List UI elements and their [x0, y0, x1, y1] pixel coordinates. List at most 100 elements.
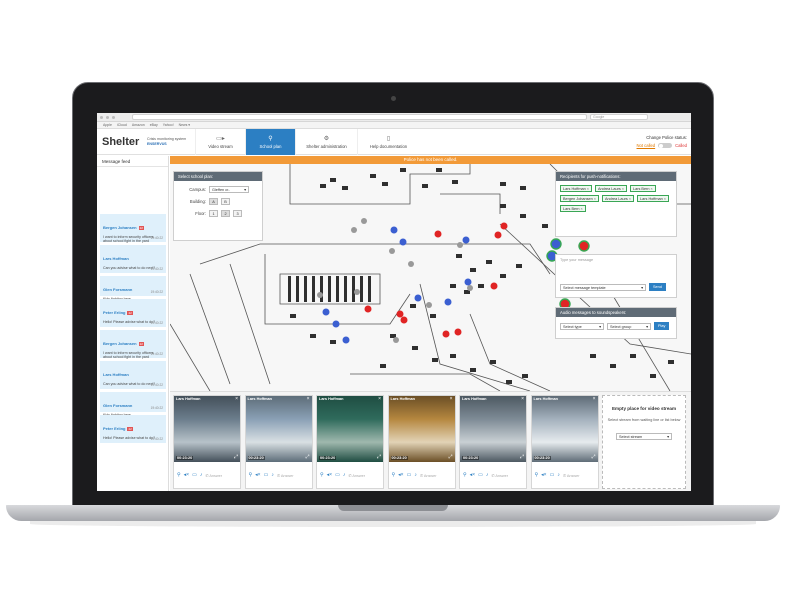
video-tile[interactable]: Lars Hoffman × 00:23:20 ⤢ ⚲ ◂× ▭ ♪ ✆ Answer: [459, 395, 527, 489]
stream-select[interactable]: Select stream ▾: [616, 433, 672, 440]
answer-button[interactable]: ✆ Answer: [420, 473, 437, 478]
video-feed[interactable]: Lars Hoffman × 00:23:20 ⤢: [317, 396, 383, 462]
called-label[interactable]: Called: [675, 143, 687, 148]
chat-icon[interactable]: ▭: [478, 472, 483, 478]
remove-chip-icon[interactable]: ×: [629, 197, 631, 201]
video-feed[interactable]: Lars Hoffman × 00:23:20 ⤢: [388, 396, 455, 462]
mute-icon[interactable]: ◂×: [541, 472, 546, 478]
video-tile[interactable]: Lars Hoffman × 00:23:20 ⤢ ⚲ ◂× ▭ ♪ ✆ Answer: [173, 395, 241, 489]
recipient-chip[interactable]: Andrea Laurs×: [601, 195, 634, 202]
bookmark[interactable]: Amazon: [132, 123, 145, 127]
mute-icon[interactable]: ◂×: [327, 472, 332, 478]
remove-chip-icon[interactable]: ×: [650, 187, 652, 191]
chat-icon[interactable]: ▭: [192, 472, 197, 478]
building-button-b[interactable]: B: [221, 198, 230, 205]
recipient-chip[interactable]: Lars Hoffman×: [637, 195, 669, 202]
microphone-icon[interactable]: ♪: [200, 472, 203, 478]
chat-icon[interactable]: ▭: [407, 472, 412, 478]
recipient-chip[interactable]: Andrea Laurs×: [594, 185, 627, 192]
mute-icon[interactable]: ◂×: [470, 472, 475, 478]
send-button[interactable]: Send: [649, 283, 666, 291]
nav-help-documentation[interactable]: ▯ Help documentation: [357, 128, 419, 155]
recipient-chip[interactable]: Lars Bern×: [629, 185, 656, 192]
close-icon[interactable]: ×: [521, 396, 524, 402]
video-feed[interactable]: Lars Hoffman × 00:23:20 ⤢: [245, 396, 312, 462]
school-floor-plan[interactable]: Select school plan: Campus: Gleffen cr..…: [170, 164, 691, 391]
microphone-icon[interactable]: ♪: [486, 472, 489, 478]
mute-icon[interactable]: ◂×: [184, 472, 189, 478]
address-bar[interactable]: [132, 114, 587, 120]
message-item[interactable]: Lars Hoffman Can you advise what to do ne…: [100, 245, 166, 273]
floor-button-2[interactable]: 2: [221, 210, 230, 217]
not-called-label[interactable]: Not called: [637, 143, 656, 148]
expand-icon[interactable]: ⤢: [520, 454, 524, 460]
message-item[interactable]: Peter Erling 22 Hello! Please advise what …: [100, 415, 166, 443]
location-pin-icon[interactable]: ⚲: [535, 472, 539, 478]
expand-icon[interactable]: ⤢: [591, 454, 595, 460]
bookmark[interactable]: eBay: [150, 123, 158, 127]
browser-search[interactable]: Google: [590, 114, 648, 120]
message-item[interactable]: Glen ForsmannKids fighting here19:40:22: [100, 392, 166, 417]
recipient-chip[interactable]: Bergen Johansen×: [560, 195, 599, 202]
message-item[interactable]: Bergen Johansen 22 I want to inform securi…: [100, 214, 166, 243]
location-pin-icon[interactable]: ⚲: [392, 472, 396, 478]
video-tile[interactable]: Lars Hoffman × 00:23:20 ⤢ ⚲ ◂× ▭ ♪ ✆ Answer: [244, 395, 313, 489]
video-tile[interactable]: Lars Hoffman × 00:23:20 ⤢ ⚲ ◂× ▭ ♪ ✆ Answer: [316, 395, 384, 489]
mute-icon[interactable]: ◂×: [255, 472, 260, 478]
close-icon[interactable]: ×: [235, 396, 238, 402]
close-icon[interactable]: ×: [378, 396, 381, 402]
mute-icon[interactable]: ◂×: [398, 472, 403, 478]
answer-button[interactable]: ✆ Answer: [348, 473, 365, 478]
bookmark[interactable]: Apple: [103, 123, 112, 127]
remove-chip-icon[interactable]: ×: [587, 187, 589, 191]
close-icon[interactable]: ×: [307, 396, 310, 402]
chat-icon[interactable]: ▭: [335, 472, 340, 478]
recipient-chip[interactable]: Lars Bern×: [560, 205, 586, 212]
message-template-select[interactable]: Select message template ▾: [560, 283, 646, 291]
building-button-a[interactable]: A: [209, 198, 218, 205]
play-button[interactable]: Play: [654, 322, 670, 330]
floor-button-3[interactable]: 3: [233, 210, 242, 217]
video-feed[interactable]: Lars Hoffman × 00:23:20 ⤢: [460, 396, 526, 462]
bookmark[interactable]: News ▾: [179, 123, 190, 127]
message-item[interactable]: Bergen Johansen 22 I want to inform securi…: [100, 330, 166, 359]
video-tile[interactable]: Lars Hoffman × 00:23:20 ⤢ ⚲ ◂× ▭ ♪ ✆ Answer: [387, 395, 456, 489]
remove-chip-icon[interactable]: ×: [664, 197, 666, 201]
bookmark[interactable]: iCloud: [117, 123, 127, 127]
empty-video-slot[interactable]: Empty place for video stream Select stre…: [602, 395, 686, 489]
window-minimize-dot[interactable]: [106, 115, 109, 119]
location-pin-icon[interactable]: ⚲: [177, 472, 181, 478]
bookmark[interactable]: Yahoo!: [163, 123, 174, 127]
audio-type-select[interactable]: Select type ▾: [560, 322, 604, 330]
microphone-icon[interactable]: ♪: [557, 472, 560, 478]
expand-icon[interactable]: ⤢: [377, 454, 381, 460]
location-pin-icon[interactable]: ⚲: [463, 472, 467, 478]
floor-button-1[interactable]: 1: [209, 210, 218, 217]
video-feed[interactable]: Lars Hoffman × 00:23:20 ⤢: [174, 396, 240, 462]
expand-icon[interactable]: ⤢: [448, 454, 452, 460]
remove-chip-icon[interactable]: ×: [580, 207, 582, 211]
police-status-toggle[interactable]: [658, 143, 673, 148]
close-icon[interactable]: ×: [450, 396, 453, 402]
nav-shelter-administration[interactable]: ⚙ Shelter administration: [295, 128, 357, 155]
answer-button[interactable]: ✆ Answer: [205, 473, 222, 478]
location-pin-icon[interactable]: ⚲: [249, 472, 253, 478]
location-pin-icon[interactable]: ⚲: [320, 472, 324, 478]
remove-chip-icon[interactable]: ×: [594, 197, 596, 201]
answer-button[interactable]: ✆ Answer: [491, 473, 508, 478]
window-zoom-dot[interactable]: [112, 115, 115, 119]
message-item[interactable]: Peter Erling 22 Hello! Please advise what …: [100, 299, 166, 327]
message-item[interactable]: Glen ForsmannKids fighting here19:40:22: [100, 276, 166, 301]
chat-icon[interactable]: ▭: [264, 472, 269, 478]
remove-chip-icon[interactable]: ×: [622, 187, 624, 191]
answer-button[interactable]: ✆ Answer: [563, 473, 580, 478]
message-input[interactable]: Type your message: [556, 255, 676, 283]
microphone-icon[interactable]: ♪: [343, 472, 346, 478]
nav-video-stream[interactable]: ▭▸ Video stream: [195, 128, 245, 155]
microphone-icon[interactable]: ♪: [271, 472, 274, 478]
message-item[interactable]: Lars Hoffman Can you advise what to do ne…: [100, 361, 166, 389]
expand-icon[interactable]: ⤢: [234, 454, 238, 460]
campus-select[interactable]: Gleffen cr.. ▾: [209, 186, 249, 193]
close-icon[interactable]: ×: [593, 396, 596, 402]
audio-group-select[interactable]: Select group ▾: [607, 322, 651, 330]
